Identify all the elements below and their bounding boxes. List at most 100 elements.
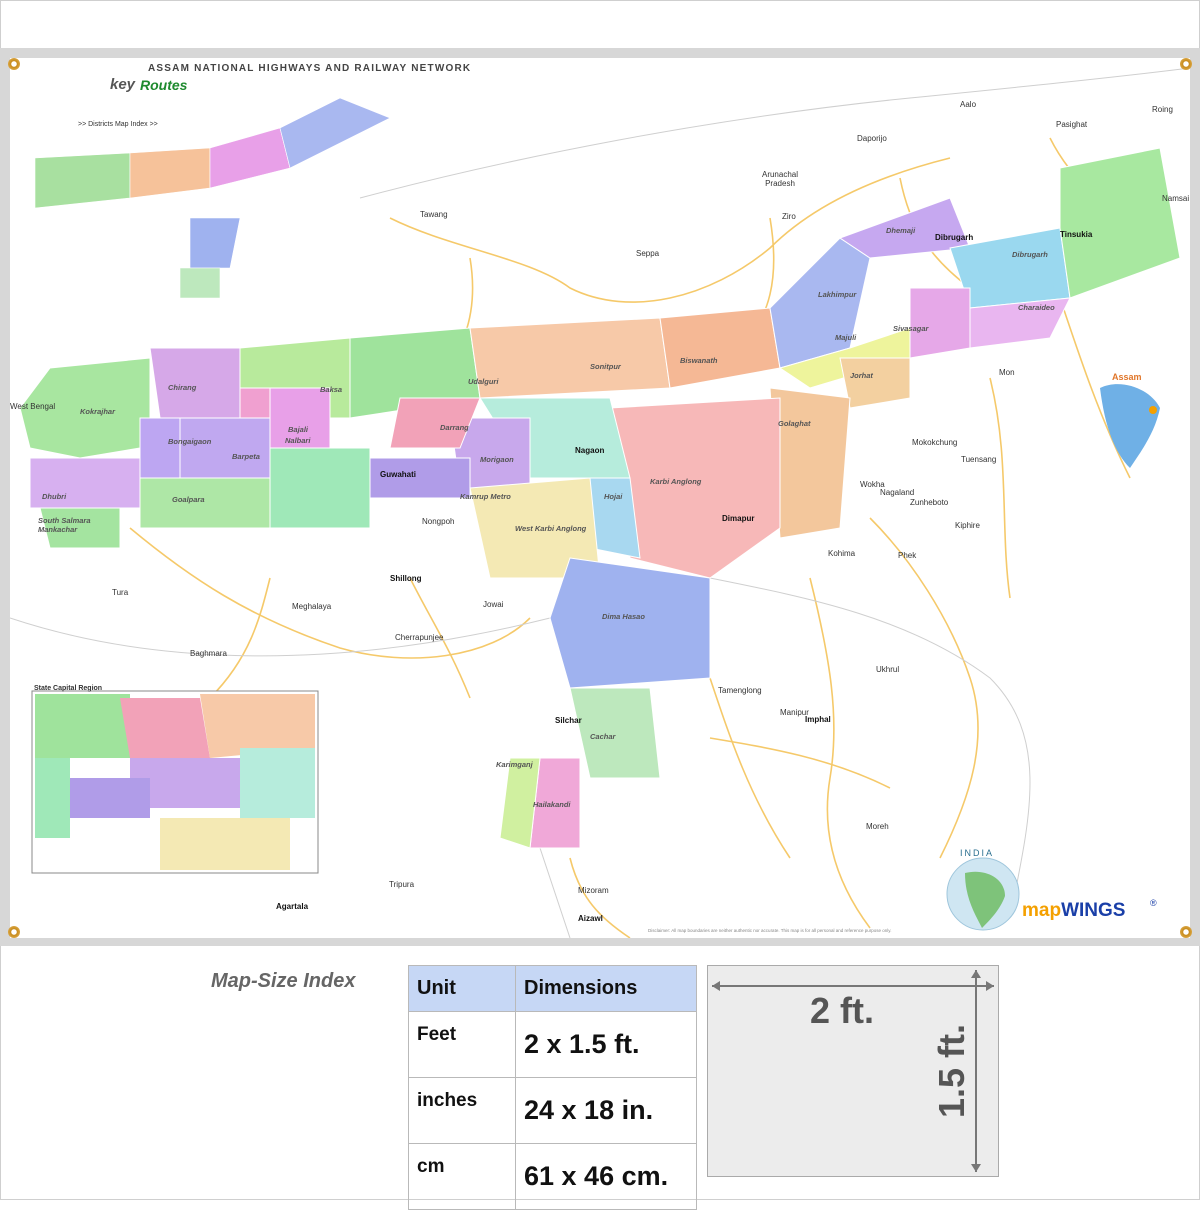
district-label: Kamrup Metro [460, 492, 511, 501]
neighbour-label: Tripura [389, 880, 415, 889]
district-label: Majuli [835, 333, 857, 342]
city-label: Aizawl [578, 914, 603, 923]
table-row: Feet 2 x 1.5 ft. [408, 1011, 697, 1078]
district-label: Darrang [440, 423, 469, 432]
disclaimer-text: Disclaimer: All map boundaries are neith… [648, 928, 892, 933]
district-sivasagar [909, 287, 971, 359]
india-locator [1100, 384, 1160, 468]
district-label: Dibrugarh [1012, 250, 1048, 259]
district-label: Cachar [590, 732, 616, 741]
neighbour-label: Nongpoh [422, 517, 455, 526]
district-label: Hojai [604, 492, 623, 501]
capital-inset [31, 690, 319, 874]
neighbour-label: Kiphire [955, 521, 980, 530]
district-biswanath [659, 307, 781, 389]
district-bongaigaon [139, 417, 181, 479]
district-golaghat [769, 387, 851, 539]
district-label: Dhubri [42, 492, 67, 501]
district-label: South Salmara Mankachar [38, 516, 91, 534]
city-label: Shillong [390, 574, 422, 583]
district-label: Kokrajhar [80, 407, 116, 416]
dimension-cell: 2 x 1.5 ft. [515, 1011, 697, 1078]
city-label: Silchar [555, 716, 582, 725]
district-label: Bongaigaon [168, 437, 212, 446]
neighbour-label: Tawang [420, 210, 448, 219]
neighbour-label: Seppa [636, 249, 660, 258]
size-table-header: Unit Dimensions [408, 965, 697, 1012]
neighbour-label: Aalo [960, 100, 977, 109]
brand-prefix: map [1022, 900, 1062, 921]
neighbour-label: Mokokchung [912, 438, 958, 447]
district-index-map [34, 97, 391, 299]
neighbour-label: Ziro [782, 212, 796, 221]
column-header: Unit [408, 965, 516, 1012]
brand-logo: mapWINGS [1022, 900, 1125, 922]
unit-cell: inches [408, 1077, 516, 1144]
neighbour-label: Tura [112, 588, 129, 597]
grommet-icon [1180, 58, 1192, 70]
neighbour-label: Tuensang [961, 455, 997, 464]
neighbour-label: Zunheboto [910, 498, 949, 507]
city-label: Guwahati [380, 470, 417, 479]
grommet-icon [8, 58, 20, 70]
city-label: Tinsukia [1060, 230, 1093, 239]
district-label: Goalpara [172, 495, 205, 504]
neighbour-label: Pasighat [1056, 120, 1088, 129]
size-index-title: Map-Size Index [211, 970, 356, 992]
district-label: Golaghat [778, 419, 811, 428]
neighbour-label: Wokha [860, 480, 885, 489]
district-jorhat [839, 357, 911, 409]
district-label: Sonitpur [590, 362, 621, 371]
district-label: Biswanath [680, 356, 718, 365]
neighbour-label: Baghmara [190, 649, 227, 658]
district-kamrup [269, 447, 371, 529]
city-label: Nagaon [575, 446, 605, 455]
city-label: Dibrugarh [935, 233, 974, 242]
neighbour-label: Kohima [828, 549, 856, 558]
district-label: Nalbari [285, 436, 311, 445]
neighbour-label: Arunachal Pradesh [761, 170, 799, 188]
map-title: ASSAM NATIONAL HIGHWAYS AND RAILWAY NETW… [148, 63, 472, 74]
neighbour-label: Moreh [866, 822, 889, 831]
neighbour-label: Namsai [1162, 194, 1190, 203]
size-table: Unit Dimensions Feet 2 x 1.5 ft. inches … [408, 965, 697, 1210]
neighbour-label: Mizoram [578, 886, 609, 895]
district-label: Hailakandi [533, 800, 571, 809]
district-label: Sivasagar [893, 324, 929, 333]
district-label: Morigaon [480, 455, 514, 464]
grommet-icon [1180, 926, 1192, 938]
registered-mark: ® [1150, 898, 1157, 908]
inset-title: State Capital Region [34, 685, 103, 692]
neighbour-label: West Bengal [10, 402, 56, 411]
neighbour-label: Cherrapunjee [395, 633, 444, 642]
column-header: Dimensions [515, 965, 697, 1012]
district-tinsukia [1059, 147, 1181, 299]
city-label: Agartala [276, 902, 309, 911]
dimension-cell: 24 x 18 in. [515, 1077, 697, 1144]
district-barpeta [179, 417, 271, 479]
table-row: inches 24 x 18 in. [408, 1077, 697, 1144]
unit-cell: Feet [408, 1011, 516, 1078]
neighbour-label: Manipur [780, 708, 809, 717]
width-label: 2 ft. [810, 990, 875, 1031]
neighbour-label: Nagaland [880, 488, 915, 497]
district-sonitpur [469, 317, 671, 399]
district-label: Dhemaji [886, 226, 916, 235]
district-label: Chirang [168, 383, 197, 392]
height-label: 1.5 ft. [931, 1023, 972, 1119]
city-label: Dimapur [722, 514, 755, 523]
neighbour-label: Phek [898, 551, 917, 560]
district-label: Baksa [320, 385, 343, 394]
india-label: INDIA [960, 848, 995, 858]
neighbour-label: Mon [999, 368, 1015, 377]
neighbour-label: Ukhrul [876, 665, 900, 674]
district-dima-hasao [549, 557, 711, 689]
neighbour-label: Tamenglong [718, 686, 762, 695]
logo-routes: Routes [140, 77, 188, 93]
district-label: Lakhimpur [818, 290, 857, 299]
districts-index-label: >> Districts Map Index >> [78, 121, 158, 128]
neighbour-label: Roing [1152, 105, 1173, 114]
grommet-icon [8, 926, 20, 938]
india-globe [946, 857, 1020, 931]
district-label: Dima Hasao [602, 612, 645, 621]
